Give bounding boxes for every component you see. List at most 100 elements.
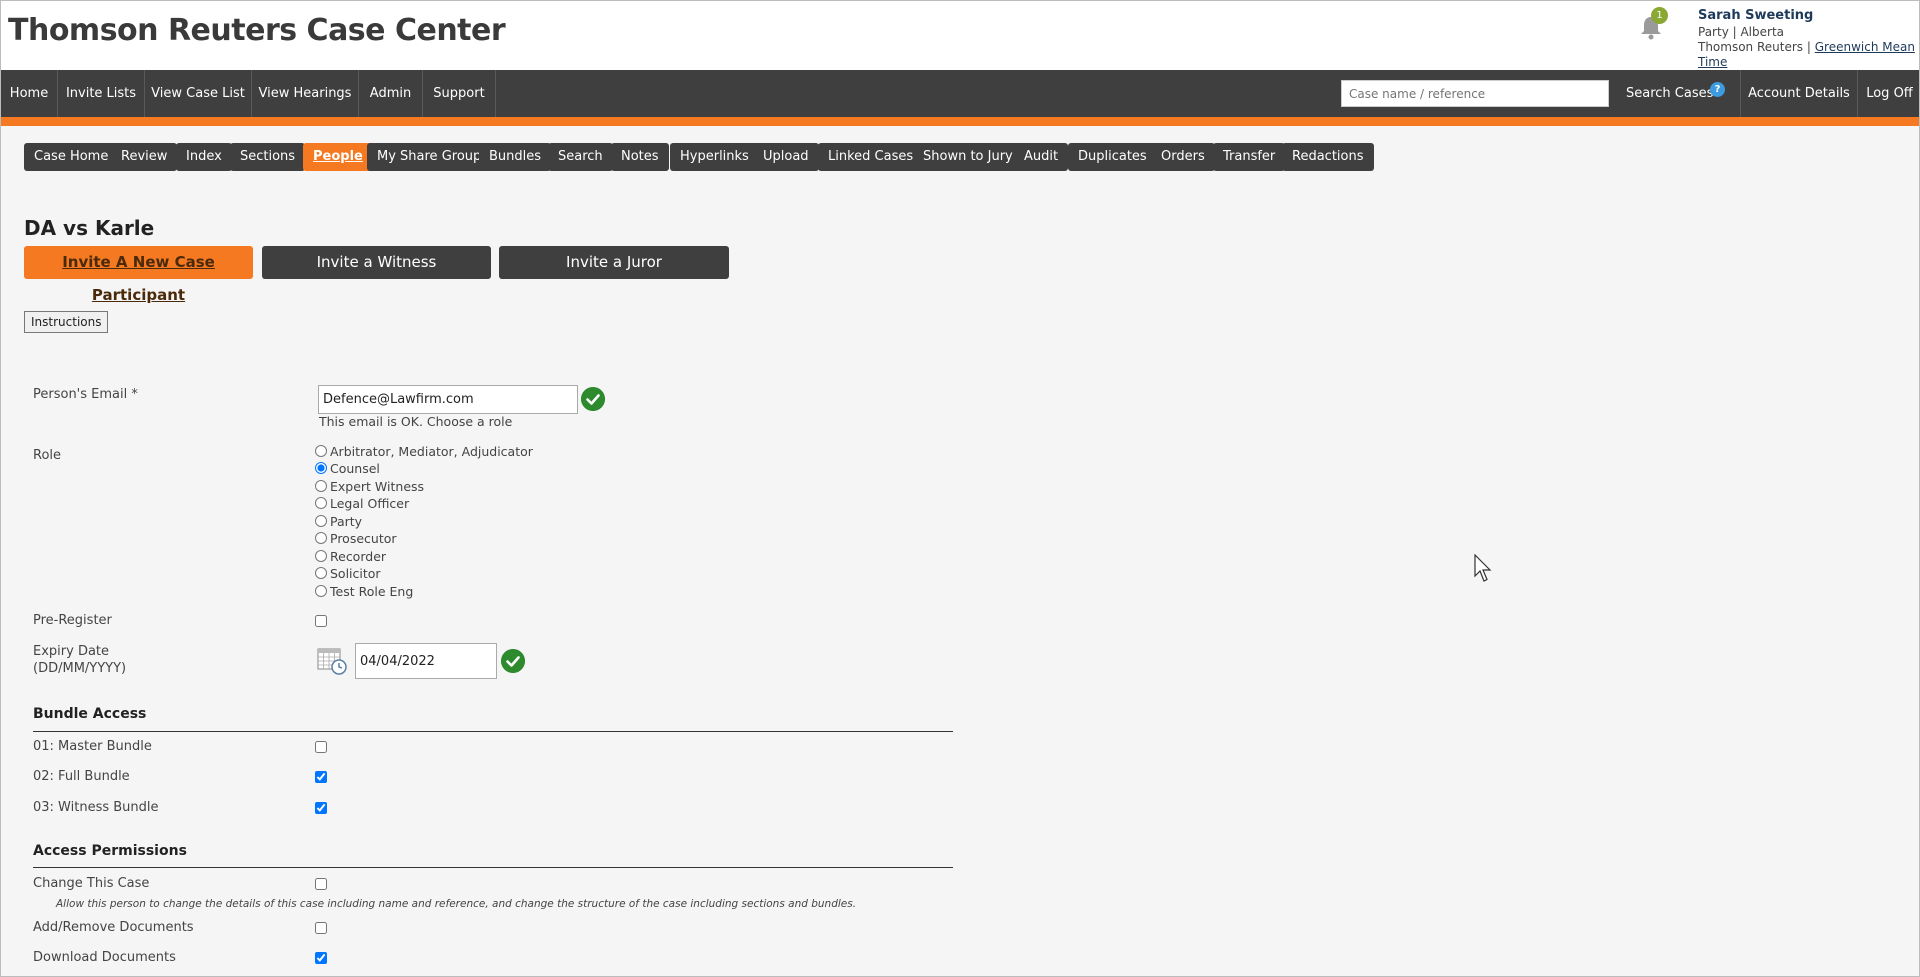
user-info: Sarah Sweeting Party | Alberta Thomson R… <box>1698 8 1919 70</box>
invite-witness-button[interactable]: Invite a Witness <box>262 246 491 279</box>
notification-badge: 1 <box>1651 7 1668 24</box>
role-option-label: Party <box>330 514 363 529</box>
role-radio[interactable] <box>315 515 327 527</box>
tab-orders[interactable]: Orders <box>1151 143 1215 171</box>
tab-hyperlinks[interactable]: Hyperlinks <box>670 143 759 171</box>
role-option-label: Expert Witness <box>330 479 425 494</box>
tab-redactions[interactable]: Redactions <box>1282 143 1374 171</box>
case-search-input[interactable] <box>1341 80 1609 107</box>
nav-view-case-list[interactable]: View Case List <box>145 70 252 117</box>
role-option-label: Recorder <box>330 549 387 564</box>
nav-view-hearings[interactable]: View Hearings <box>252 70 359 117</box>
role-radio[interactable] <box>315 497 327 509</box>
pre-register-checkbox[interactable] <box>315 615 327 627</box>
help-icon[interactable]: ? <box>1710 82 1725 97</box>
expiry-date-label: Expiry Date <box>33 644 110 659</box>
divider <box>33 867 953 868</box>
case-title: DA vs Karle <box>24 216 155 240</box>
email-label: Person's Email * <box>33 387 138 402</box>
search-cases-button[interactable]: Search Cases <box>1626 70 1713 117</box>
bundle-label: 01: Master Bundle <box>33 739 152 754</box>
tab-case-home[interactable]: Case Home <box>24 143 119 171</box>
tab-shown-to-jury[interactable]: Shown to Jury <box>913 143 1023 171</box>
role-option[interactable]: Solicitor <box>315 566 381 582</box>
email-valid-check-icon <box>581 387 605 411</box>
role-option[interactable]: Counsel <box>315 461 380 477</box>
tab-audit[interactable]: Audit <box>1014 143 1069 171</box>
role-option[interactable]: Arbitrator, Mediator, Adjudicator <box>315 444 533 460</box>
bundle-label: 02: Full Bundle <box>33 769 130 784</box>
accent-bar <box>1 117 1919 126</box>
role-option-label: Counsel <box>330 461 380 476</box>
instructions-button[interactable]: Instructions <box>24 311 109 333</box>
app-header: Thomson Reuters Case Center 1 Sarah Swee… <box>1 1 1919 70</box>
tab-bundles[interactable]: Bundles <box>479 143 552 171</box>
tab-search[interactable]: Search <box>548 143 613 171</box>
app-title: Thomson Reuters Case Center <box>8 13 506 48</box>
role-radio[interactable] <box>315 445 327 457</box>
role-radio[interactable] <box>315 567 327 579</box>
role-option[interactable]: Test Role Eng <box>315 584 413 600</box>
bundle-label: 03: Witness Bundle <box>33 800 159 815</box>
email-hint: This email is OK. Choose a role <box>319 414 513 429</box>
role-radio[interactable] <box>315 480 327 492</box>
tab-notes[interactable]: Notes <box>611 143 669 171</box>
role-option[interactable]: Recorder <box>315 549 386 565</box>
tab-upload[interactable]: Upload <box>753 143 819 171</box>
role-option[interactable]: Expert Witness <box>315 479 424 495</box>
bundle-master-checkbox[interactable] <box>315 741 327 753</box>
divider <box>33 731 953 732</box>
nav-account-details[interactable]: Account Details <box>1740 70 1858 117</box>
mouse-cursor-icon <box>1474 554 1492 582</box>
access-permissions-heading: Access Permissions <box>33 843 187 859</box>
role-option[interactable]: Prosecutor <box>315 531 397 547</box>
user-org-line: Thomson Reuters | Greenwich Mean Time <box>1698 40 1919 70</box>
role-label: Role <box>33 448 62 463</box>
role-option-label: Prosecutor <box>330 531 397 546</box>
add-remove-documents-checkbox[interactable] <box>315 922 327 934</box>
role-option[interactable]: Legal Officer <box>315 496 409 512</box>
role-radio[interactable] <box>315 462 327 474</box>
role-radio[interactable] <box>315 585 327 597</box>
invite-juror-button[interactable]: Invite a Juror <box>499 246 729 279</box>
nav-log-off[interactable]: Log Off <box>1858 70 1920 117</box>
role-radio[interactable] <box>315 532 327 544</box>
pre-register-label: Pre-Register <box>33 613 112 628</box>
change-case-checkbox[interactable] <box>315 878 327 890</box>
tab-transfer[interactable]: Transfer <box>1213 143 1286 171</box>
bundle-witness-checkbox[interactable] <box>315 802 327 814</box>
download-documents-checkbox[interactable] <box>315 952 327 964</box>
nav-admin[interactable]: Admin <box>359 70 423 117</box>
date-valid-check-icon <box>501 649 525 673</box>
bundle-full-checkbox[interactable] <box>315 771 327 783</box>
user-role-location: Party | Alberta <box>1698 25 1784 39</box>
calendar-icon[interactable] <box>317 647 347 675</box>
role-option-label: Legal Officer <box>330 496 410 511</box>
role-option-label: Test Role Eng <box>330 584 414 599</box>
role-option[interactable]: Party <box>315 514 362 530</box>
tab-review[interactable]: Review <box>111 143 178 171</box>
role-radio[interactable] <box>315 550 327 562</box>
nav-support[interactable]: Support <box>423 70 496 117</box>
tab-my-share-group[interactable]: My Share Group <box>367 143 492 171</box>
invite-new-participant-button[interactable]: Invite A New Case Participant <box>24 246 253 304</box>
bundle-access-heading: Bundle Access <box>33 706 147 722</box>
tab-people[interactable]: People <box>303 143 373 171</box>
tab-sections[interactable]: Sections <box>230 143 306 171</box>
nav-home[interactable]: Home <box>1 70 58 117</box>
main-nav: Home Invite Lists View Case List View He… <box>1 70 1919 117</box>
email-field[interactable] <box>318 385 578 414</box>
tab-linked-cases[interactable]: Linked Cases <box>818 143 924 171</box>
nav-invite-lists[interactable]: Invite Lists <box>58 70 145 117</box>
user-name[interactable]: Sarah Sweeting <box>1698 8 1919 23</box>
permission-label: Add/Remove Documents <box>33 920 194 935</box>
role-option-label: Solicitor <box>330 566 381 581</box>
role-option-label: Arbitrator, Mediator, Adjudicator <box>330 444 533 459</box>
expiry-date-input[interactable] <box>355 643 497 679</box>
permission-label: Download Documents <box>33 950 176 965</box>
tab-index[interactable]: Index <box>176 143 232 171</box>
tab-duplicates[interactable]: Duplicates <box>1068 143 1157 171</box>
change-case-description: Allow this person to change the details … <box>56 898 857 910</box>
user-org: Thomson Reuters | <box>1698 40 1811 54</box>
permission-label: Change This Case <box>33 876 150 891</box>
